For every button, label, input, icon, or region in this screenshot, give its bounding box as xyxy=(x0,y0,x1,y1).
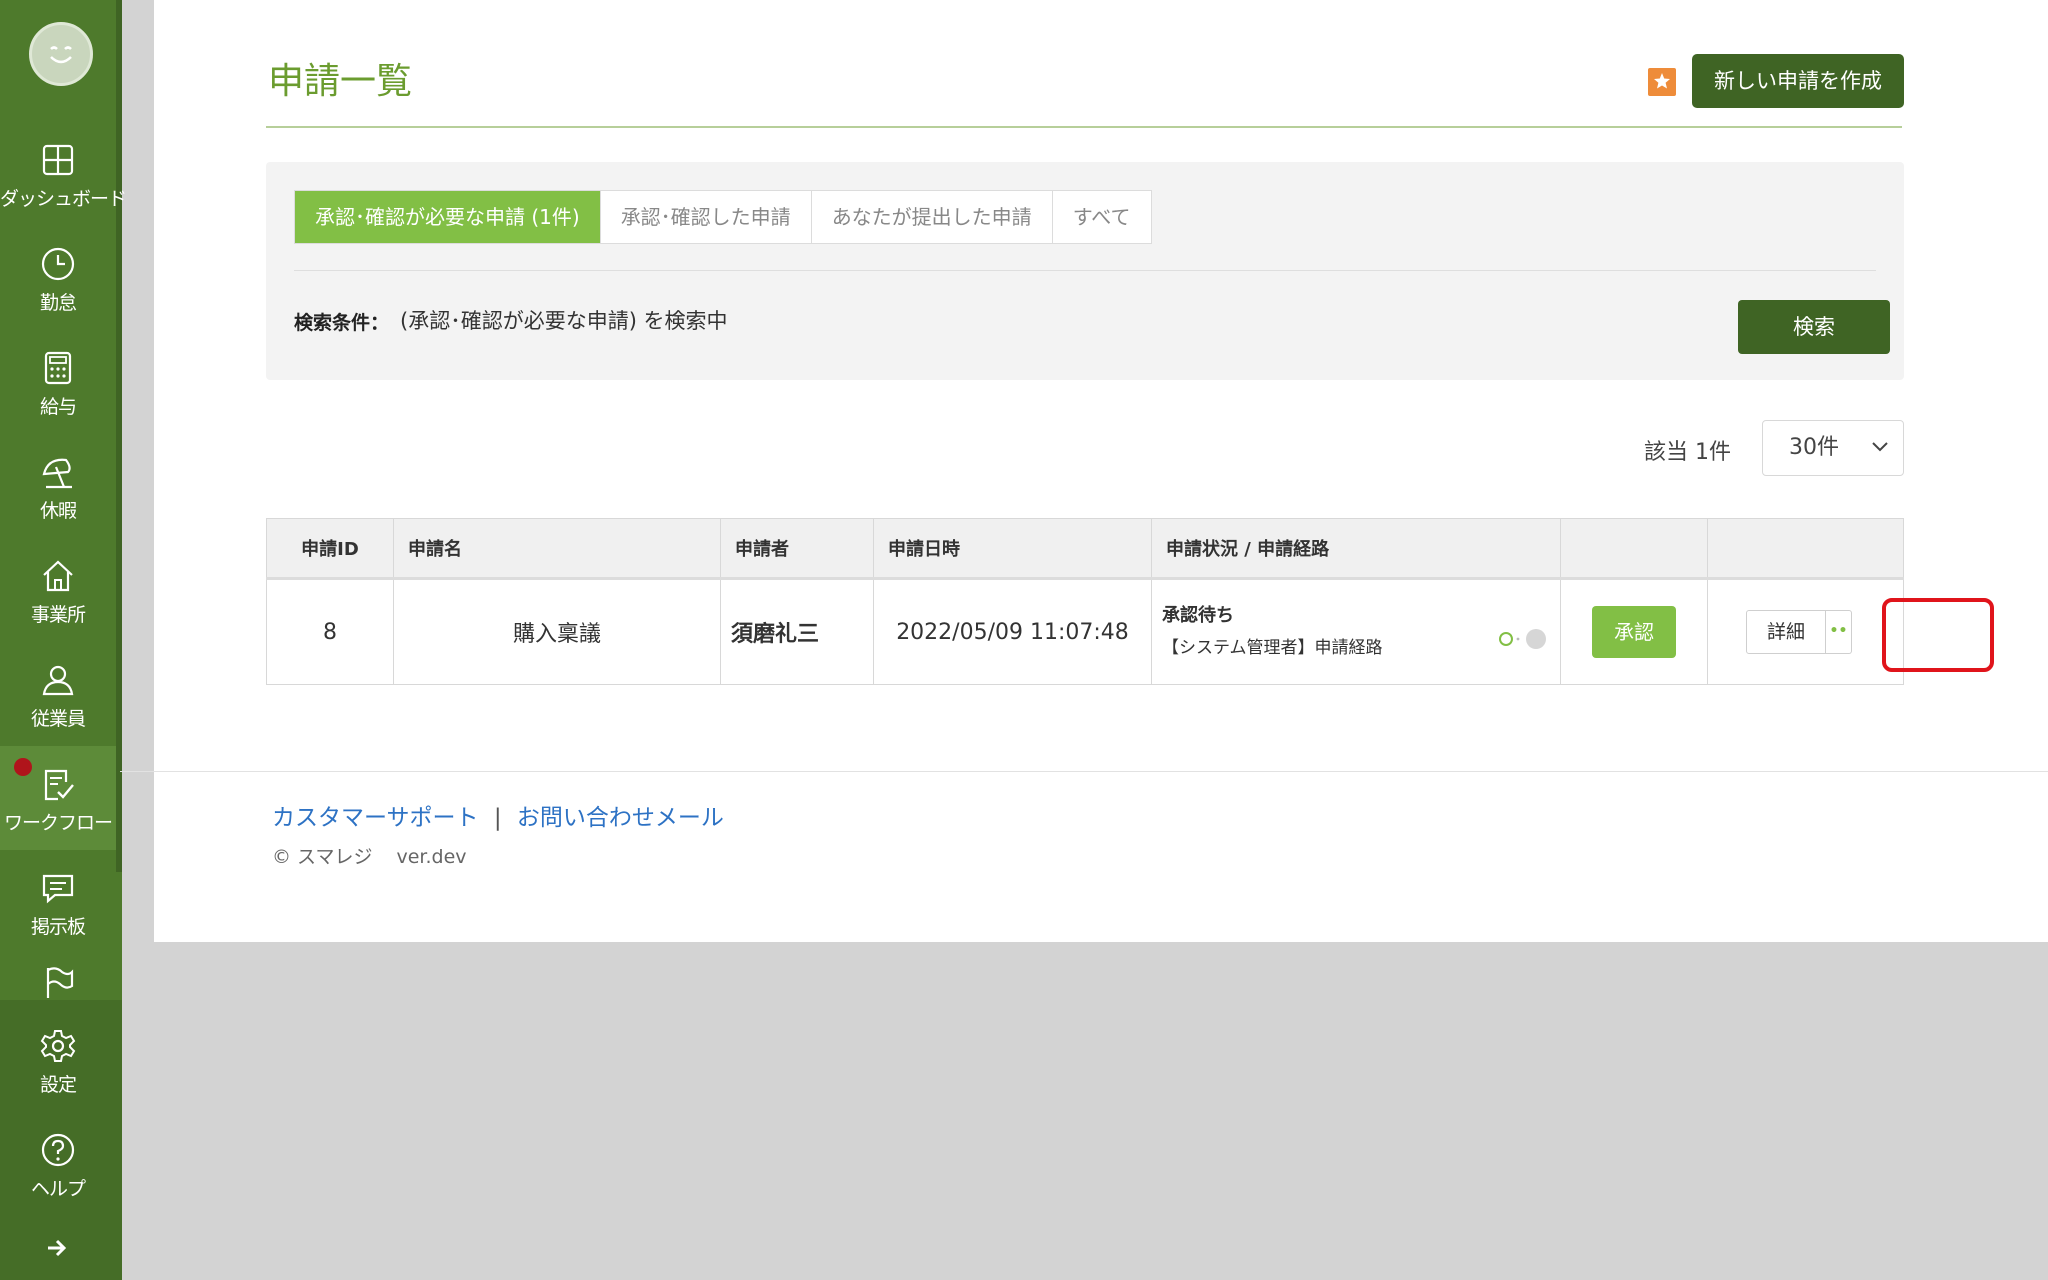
clock-icon xyxy=(41,247,75,281)
more-options-icon[interactable]: •• xyxy=(1826,610,1852,654)
page-title: 申請一覧 xyxy=(268,61,413,102)
sidebar-item-label: ワークフロー xyxy=(3,812,113,834)
sidebar-item-flag[interactable] xyxy=(0,954,116,998)
home-icon xyxy=(43,560,73,592)
column-header-name: 申請名 xyxy=(393,518,721,580)
filter-panel: 承認･確認が必要な申請 (1件) 承認･確認した申請 あなたが提出した申請 すべ… xyxy=(266,162,1904,380)
sidebar-item-office[interactable]: 事業所 xyxy=(0,538,116,642)
version-text: ver.dev xyxy=(396,846,467,868)
table-row[interactable]: 8 購入稟議 須磨礼三 2022/05/09 11:07:48 承認待ち 【シス… xyxy=(266,578,1904,685)
application-table: 申請ID 申請名 申請者 申請日時 申請状況 / 申請経路 8 購入稟議 須磨礼… xyxy=(266,518,1904,685)
cell-datetime: 2022/05/09 11:07:48 xyxy=(873,578,1152,685)
sidebar-item-label: 給与 xyxy=(39,396,77,418)
search-condition-label: 検索条件： xyxy=(294,312,390,334)
panel-divider xyxy=(294,270,1876,271)
arrow-right-icon[interactable] xyxy=(46,1237,68,1259)
column-header-status: 申請状況 / 申請経路 xyxy=(1151,518,1561,580)
title-divider xyxy=(266,126,1902,128)
tab-needs-approval[interactable]: 承認･確認が必要な申請 (1件) xyxy=(295,191,601,243)
detail-button[interactable]: 詳細 xyxy=(1746,610,1826,654)
beach-umbrella-icon xyxy=(42,458,72,489)
column-header-id: 申請ID xyxy=(266,518,394,580)
sidebar-scroll-strip xyxy=(116,0,122,872)
star-icon xyxy=(1654,73,1670,89)
per-page-value: 30件 xyxy=(1789,435,1839,460)
chevron-down-icon xyxy=(1872,442,1888,452)
highlight-box xyxy=(1882,598,1994,672)
sidebar-item-label: 休暇 xyxy=(39,500,77,522)
sidebar-item-employees[interactable]: 従業員 xyxy=(0,642,116,746)
search-condition-text: (承認･確認が必要な申請) を検索中 xyxy=(400,309,728,333)
sidebar-item-leave[interactable]: 休暇 xyxy=(0,434,116,538)
sidebar-item-label: ダッシュボード xyxy=(0,188,127,210)
detail-button-group: 詳細 •• xyxy=(1746,610,1852,654)
cell-applicant: 須磨礼三 xyxy=(720,578,874,685)
column-header-detail xyxy=(1707,518,1904,580)
help-icon xyxy=(41,1133,75,1167)
smile-face-icon xyxy=(50,46,72,64)
bookmark-star-icon[interactable] xyxy=(1648,68,1676,96)
sidebar-item-payroll[interactable]: 給与 xyxy=(0,330,116,434)
tab-submitted[interactable]: あなたが提出した申請 xyxy=(812,191,1053,243)
new-application-button[interactable]: 新しい申請を作成 xyxy=(1692,54,1904,108)
flag-icon xyxy=(46,967,74,998)
filter-tabs: 承認･確認が必要な申請 (1件) 承認･確認した申請 あなたが提出した申請 すべ… xyxy=(294,190,1152,244)
cell-action: 承認 xyxy=(1560,578,1708,685)
column-header-action xyxy=(1560,518,1708,580)
route-progress-icon xyxy=(1499,629,1546,649)
sidebar-item-label: 勤怠 xyxy=(39,292,77,314)
column-header-datetime: 申請日時 xyxy=(873,518,1152,580)
gear-icon xyxy=(40,1030,76,1062)
sidebar: ダッシュボード 勤怠 給与 休暇 事業所 従業員 ワークフロー 掲示板 設定 ヘ… xyxy=(0,0,127,1280)
search-button[interactable]: 検索 xyxy=(1738,300,1890,354)
notification-badge xyxy=(14,758,32,776)
sidebar-item-label: ヘルプ xyxy=(30,1178,86,1200)
main-content: 申請一覧 新しい申請を作成 承認･確認が必要な申請 (1件) 承認･確認した申請… xyxy=(120,0,2048,942)
sidebar-item-settings[interactable]: 設定 xyxy=(0,1008,116,1112)
dashboard-icon xyxy=(42,144,74,176)
sidebar-item-label: 設定 xyxy=(39,1074,77,1096)
cell-status: 承認待ち 【システム管理者】申請経路 xyxy=(1151,578,1561,685)
sidebar-item-label: 掲示板 xyxy=(30,916,86,938)
footer-separator: | xyxy=(493,805,502,831)
sidebar-item-attendance[interactable]: 勤怠 xyxy=(0,226,116,330)
sidebar-item-label: 事業所 xyxy=(30,604,86,626)
status-text: 承認待ち xyxy=(1162,604,1234,626)
footer-links: カスタマーサポート | お問い合わせメール xyxy=(272,798,724,832)
tab-all[interactable]: すべて xyxy=(1053,191,1151,243)
avatar[interactable] xyxy=(29,22,93,86)
sidebar-item-help[interactable]: ヘルプ xyxy=(0,1112,116,1216)
contact-mail-link[interactable]: お問い合わせメール xyxy=(517,805,724,831)
table-header-row: 申請ID 申請名 申請者 申請日時 申請状況 / 申請経路 xyxy=(266,518,1904,580)
sidebar-item-label: 従業員 xyxy=(30,708,86,730)
calculator-icon xyxy=(44,351,72,385)
result-count: 該当 1件 xyxy=(1644,440,1731,465)
sidebar-item-dashboard[interactable]: ダッシュボード xyxy=(0,122,127,226)
copyright-text: © スマレジ xyxy=(272,846,373,868)
cell-detail: 詳細 •• xyxy=(1707,578,1904,685)
footer-divider xyxy=(120,771,2048,772)
cell-id: 8 xyxy=(266,578,394,685)
chat-bubble-icon xyxy=(42,874,74,904)
tab-approved[interactable]: 承認･確認した申請 xyxy=(601,191,812,243)
approve-button[interactable]: 承認 xyxy=(1592,606,1676,658)
person-icon xyxy=(42,665,74,696)
per-page-select[interactable]: 30件 xyxy=(1762,420,1904,476)
column-header-applicant: 申請者 xyxy=(720,518,874,580)
sidebar-item-bulletin[interactable]: 掲示板 xyxy=(0,850,116,954)
workflow-check-icon xyxy=(44,769,74,801)
customer-support-link[interactable]: カスタマーサポート xyxy=(272,805,479,831)
cell-name: 購入稟議 xyxy=(393,578,721,685)
copyright: © スマレジ ver.dev xyxy=(272,842,467,869)
